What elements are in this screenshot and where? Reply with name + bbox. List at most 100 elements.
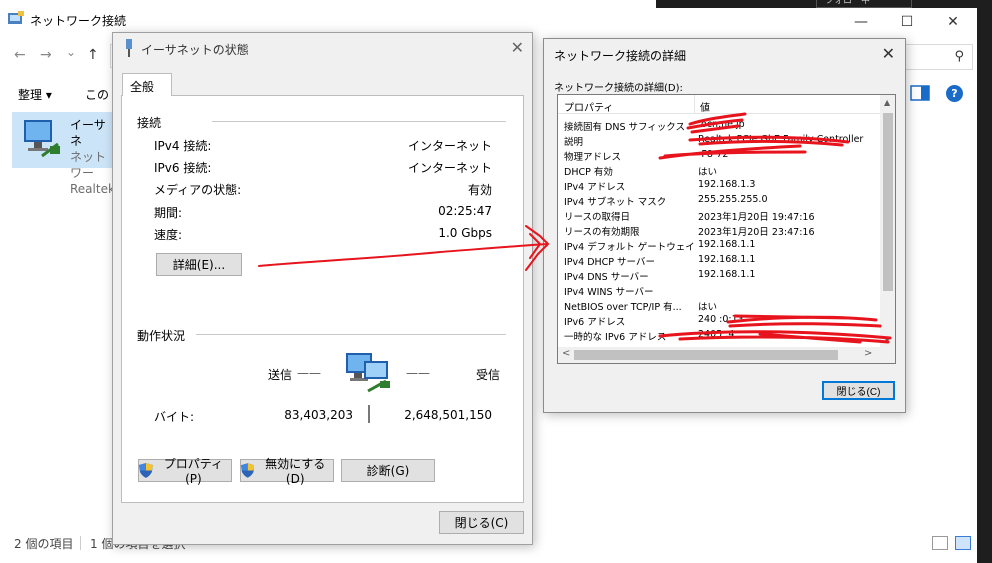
received-label: 受信 xyxy=(476,368,501,382)
duration-value: 02:25:47 xyxy=(438,204,492,218)
property-name: IPv4 DNS サーバー xyxy=(564,272,649,283)
close-dialog-button[interactable]: 閉じる(C) xyxy=(822,381,895,400)
scroll-up-icon[interactable]: ▲ xyxy=(884,98,890,107)
ipv6-connectivity-label: IPv6 接続: xyxy=(154,161,212,175)
maximize-button[interactable]: ☐ xyxy=(884,8,930,36)
preview-pane-icon[interactable] xyxy=(908,84,932,102)
property-value: 255.255.255.0 xyxy=(698,194,768,205)
activity-group-title: 動作状況 xyxy=(137,327,190,344)
list-item[interactable]: IPv4 DHCP サーバー 192.168.1.1 xyxy=(558,252,880,268)
sent-dash: —— xyxy=(297,366,321,380)
network-plug-icon xyxy=(126,39,132,57)
search-input[interactable]: ⚲ xyxy=(905,44,973,70)
details-button[interactable]: 詳細(E)... xyxy=(156,253,242,276)
property-value: -F8-72 xyxy=(698,149,729,160)
close-button[interactable]: ✕ xyxy=(930,8,976,36)
property-name: リースの有効期限 xyxy=(564,227,640,238)
arrow-right-icon[interactable]: → xyxy=(40,47,52,63)
chevron-down-icon: ▾ xyxy=(45,88,52,102)
scroll-right-icon[interactable]: > xyxy=(864,348,872,359)
property-value: はい xyxy=(698,167,718,178)
adapter-network: ネットワー xyxy=(70,150,107,180)
list-item[interactable]: IPv6 アドレス 240 :0:13 xyxy=(558,312,880,328)
details-list[interactable]: プロパティ 値 接続固有 DNS サフィックス .ocn.ne.jp 説明 Real… xyxy=(557,94,896,364)
taskbar-tab[interactable]: フォロー中 xyxy=(816,0,912,8)
list-item[interactable]: IPv4 DNS サーバー 192.168.1.1 xyxy=(558,267,880,283)
column-separator[interactable] xyxy=(694,95,695,114)
list-item[interactable]: 物理アドレス -F8-72 xyxy=(558,147,880,163)
list-item[interactable]: 接続固有 DNS サフィックス .ocn.ne.jp xyxy=(558,117,880,133)
property-value: 2023年1月20日 19:47:16 xyxy=(698,212,815,223)
list-item[interactable]: 説明 Realtek PCIe GbE Family Controller xyxy=(558,132,880,148)
details-list-label: ネットワーク接続の詳細(D): xyxy=(554,83,683,94)
list-item[interactable]: IPv4 WINS サーバー xyxy=(558,282,880,298)
bytes-label: バイト: xyxy=(154,410,195,424)
uac-shield-icon xyxy=(241,463,255,478)
property-value: 240 :0:13 xyxy=(698,314,744,325)
list-item[interactable]: リースの有効期限 2023年1月20日 23:47:16 xyxy=(558,222,880,238)
speed-value: 1.0 Gbps xyxy=(438,226,492,240)
disable-label: 無効にする(D) xyxy=(265,457,326,486)
close-icon[interactable]: ✕ xyxy=(882,44,895,63)
properties-button[interactable]: プロパティ(P) xyxy=(138,457,232,486)
explorer-title: ネットワーク接続 xyxy=(30,14,127,28)
scroll-thumb[interactable] xyxy=(883,113,893,291)
chevron-down-icon[interactable]: ⌄ xyxy=(66,45,76,59)
tab-general[interactable]: 全般 xyxy=(122,73,172,96)
dialog-title: イーサネットの状態 xyxy=(141,43,249,57)
list-item[interactable]: DHCP 有効 はい xyxy=(558,162,880,178)
horizontal-scrollbar[interactable]: < > xyxy=(558,347,880,363)
details-view-icon[interactable] xyxy=(932,536,948,550)
property-value: 192.168.1.1 xyxy=(698,254,756,265)
column-header-property[interactable]: プロパティ xyxy=(564,99,613,114)
large-icons-view-icon[interactable] xyxy=(955,536,971,550)
property-value: 2405 :4 xyxy=(698,329,735,340)
bytes-sent-value: 83,403,203 xyxy=(284,408,353,422)
list-item[interactable]: リースの取得日 2023年1月20日 19:47:16 xyxy=(558,207,880,223)
property-name: IPv4 サブネット マスク xyxy=(564,197,667,208)
network-folder-icon xyxy=(8,11,24,24)
scroll-corner xyxy=(880,347,895,363)
list-item[interactable]: IPv4 アドレス 192.168.1.3 xyxy=(558,177,880,193)
property-name: NetBIOS over TCP/IP 有... xyxy=(564,302,682,313)
vertical-scrollbar[interactable]: ▲ ▼ xyxy=(880,95,895,347)
list-item[interactable]: NetBIOS over TCP/IP 有... はい xyxy=(558,297,880,313)
scroll-down-icon[interactable]: ▼ xyxy=(884,335,890,344)
property-name: IPv4 WINS サーバー xyxy=(564,287,654,298)
disable-button[interactable]: 無効にする(D) xyxy=(240,457,334,486)
column-header-value[interactable]: 値 xyxy=(700,99,710,114)
organize-button[interactable]: 整理 ▾ xyxy=(18,86,52,103)
status-separator xyxy=(80,536,81,550)
arrow-left-icon[interactable]: ← xyxy=(14,47,26,63)
property-name: DHCP 有効 xyxy=(564,167,613,178)
property-name: IPv4 デフォルト ゲートウェイ xyxy=(564,242,695,253)
adapter-name: イーサネ xyxy=(70,118,106,148)
property-name: 説明 xyxy=(564,137,584,148)
organize-label: 整理 xyxy=(18,88,43,102)
property-name: 一時的な IPv6 アドレス xyxy=(564,332,667,343)
close-icon[interactable]: ✕ xyxy=(511,38,524,57)
minimize-button[interactable]: — xyxy=(838,8,884,36)
property-name: IPv6 アドレス xyxy=(564,317,626,328)
property-name: IPv4 DHCP サーバー xyxy=(564,257,655,268)
list-item[interactable]: IPv4 デフォルト ゲートウェイ 192.168.1.1 xyxy=(558,237,880,253)
scroll-thumb[interactable] xyxy=(574,350,838,360)
tab-panel-general: 接続 IPv4 接続: インターネット IPv6 接続: インターネット メディ… xyxy=(121,95,524,503)
arrow-up-icon[interactable]: ↑ xyxy=(87,47,99,63)
connect-button[interactable]: この xyxy=(85,86,109,103)
desktop-background xyxy=(977,0,992,563)
property-name: IPv4 アドレス xyxy=(564,182,626,193)
diagnose-button[interactable]: 診断(G) xyxy=(341,459,435,482)
bytes-divider xyxy=(368,405,370,423)
network-activity-icon xyxy=(346,353,390,393)
duration-label: 期間: xyxy=(154,206,183,220)
list-item[interactable]: 一時的な IPv6 アドレス 2405 :4 xyxy=(558,327,880,343)
help-icon[interactable]: ? xyxy=(946,85,963,102)
list-item[interactable]: IPv4 サブネット マスク 255.255.255.0 xyxy=(558,192,880,208)
close-dialog-button[interactable]: 閉じる(C) xyxy=(439,511,524,534)
ipv4-connectivity-label: IPv4 接続: xyxy=(154,139,212,153)
scroll-left-icon[interactable]: < xyxy=(562,348,570,359)
network-adapter-item[interactable]: イーサネ ネットワー Realtek xyxy=(12,112,115,196)
property-value: 2023年1月20日 23:47:16 xyxy=(698,227,815,238)
adapter-device: Realtek xyxy=(70,182,115,196)
